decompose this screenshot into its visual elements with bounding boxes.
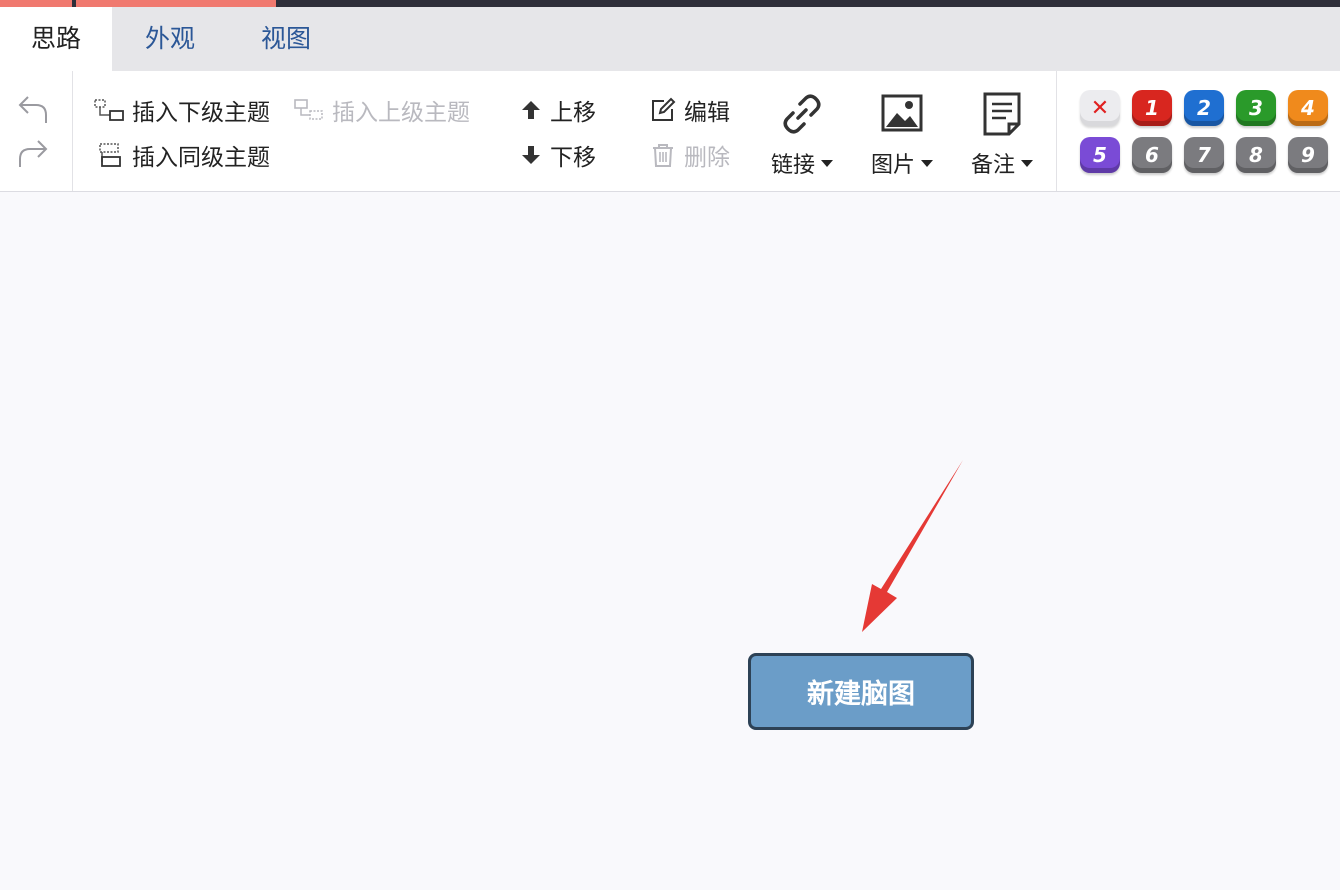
mindmap-app: 思路 外观 视图 插入下级主题 插入上级主题 插入同级主题 上移 下移 编辑 删…: [0, 0, 1340, 890]
root-topic-node[interactable]: 新建脑图: [748, 653, 974, 730]
annotation-arrow: [862, 460, 963, 632]
